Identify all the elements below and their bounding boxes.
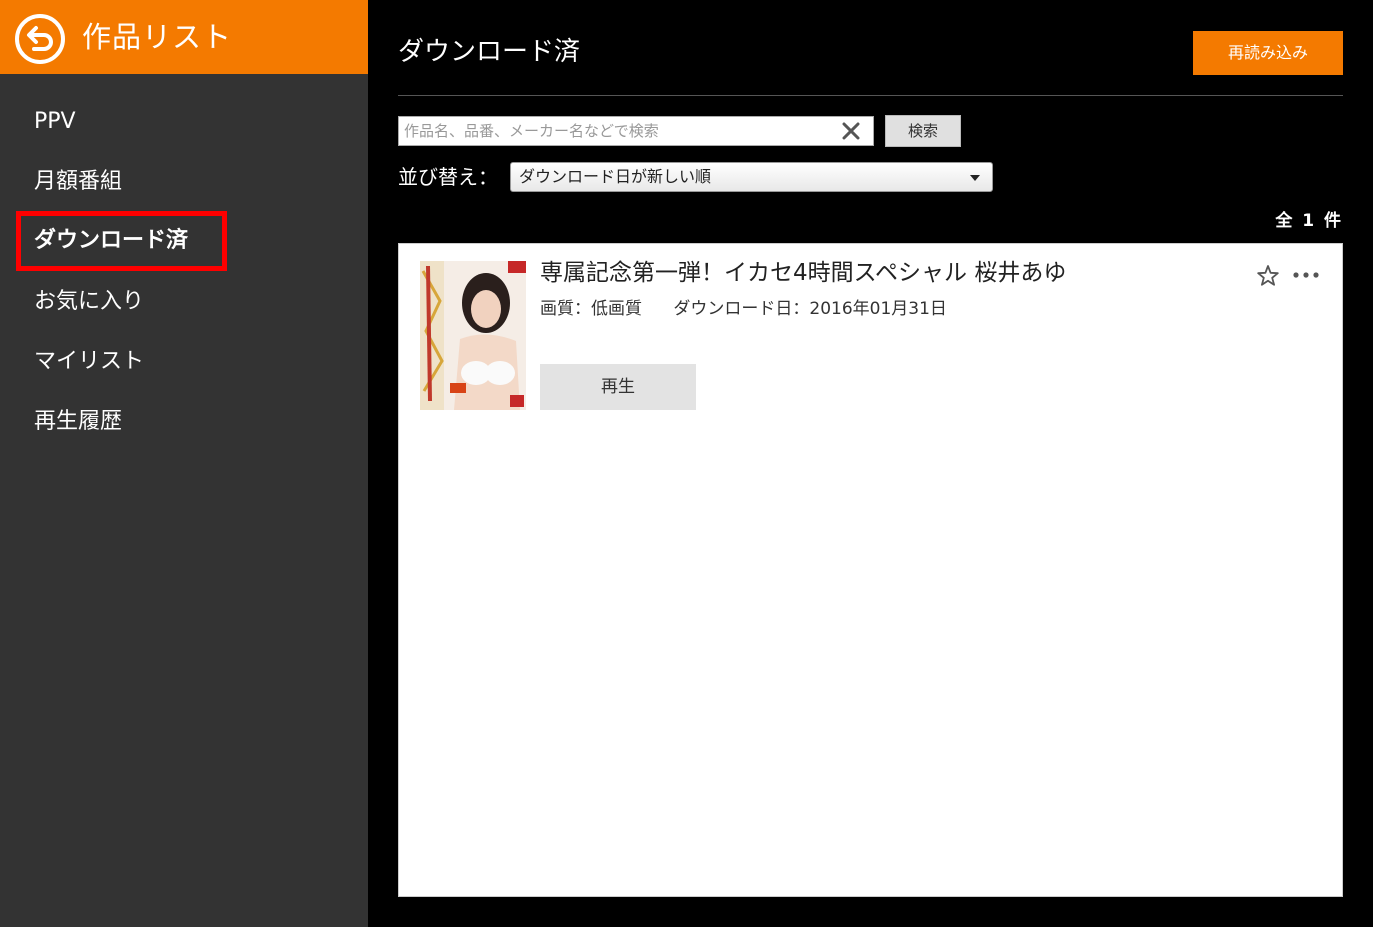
reload-button[interactable]: 再読み込み <box>1193 31 1343 75</box>
item-quality: 画質：低画質 <box>540 299 642 319</box>
close-icon <box>842 122 860 140</box>
divider <box>398 95 1343 96</box>
sidebar-item-mylist[interactable]: マイリスト <box>34 342 144 382</box>
back-button[interactable] <box>14 13 66 65</box>
sidebar-item-history[interactable]: 再生履歴 <box>34 402 122 442</box>
item-meta: 画質：低画質 ダウンロード日：2016年01月31日 <box>540 296 973 322</box>
chevron-down-icon <box>970 175 980 181</box>
search-button[interactable]: 検索 <box>885 115 961 147</box>
sidebar: 作品リスト PPV 月額番組 ダウンロード済 お気に入り マイリスト 再生履歴 <box>0 0 368 927</box>
sidebar-item-monthly[interactable]: 月額番組 <box>34 162 122 202</box>
sidebar-item-favorites[interactable]: お気に入り <box>34 282 144 322</box>
back-arrow-circle-icon <box>15 14 65 64</box>
favorite-button[interactable] <box>1255 263 1281 289</box>
sort-label: 並び替え： <box>398 165 498 189</box>
item-title[interactable]: 専属記念第一弾！イカセ4時間スペシャル 桜井あゆ <box>540 257 1066 289</box>
sidebar-header: 作品リスト <box>0 0 368 74</box>
main-content: ダウンロード済 再読み込み 検索 並び替え： ダウンロード日が新しい順 全 1 … <box>368 0 1373 927</box>
more-dots-icon <box>1293 272 1319 278</box>
star-outline-icon <box>1257 265 1279 286</box>
clear-search-button[interactable] <box>839 119 863 143</box>
search-input[interactable] <box>399 117 829 145</box>
sidebar-item-downloaded[interactable]: ダウンロード済 <box>16 211 227 271</box>
page-title: ダウンロード済 <box>398 37 581 67</box>
sort-select[interactable]: ダウンロード日が新しい順 <box>510 162 993 192</box>
search-box <box>398 116 874 146</box>
sidebar-item-ppv[interactable]: PPV <box>34 102 76 142</box>
more-options-button[interactable] <box>1291 263 1321 287</box>
item-thumbnail[interactable] <box>420 261 526 410</box>
item-download-date: ダウンロード日：2016年01月31日 <box>673 299 947 319</box>
item-list: 専属記念第一弾！イカセ4時間スペシャル 桜井あゆ 画質：低画質 ダウンロード日：… <box>398 243 1343 897</box>
cover-image <box>420 261 526 410</box>
sort-selected-value: ダウンロード日が新しい順 <box>519 167 712 186</box>
play-button[interactable]: 再生 <box>540 364 696 410</box>
result-count: 全 1 件 <box>1275 211 1343 231</box>
sidebar-title: 作品リスト <box>82 20 233 54</box>
